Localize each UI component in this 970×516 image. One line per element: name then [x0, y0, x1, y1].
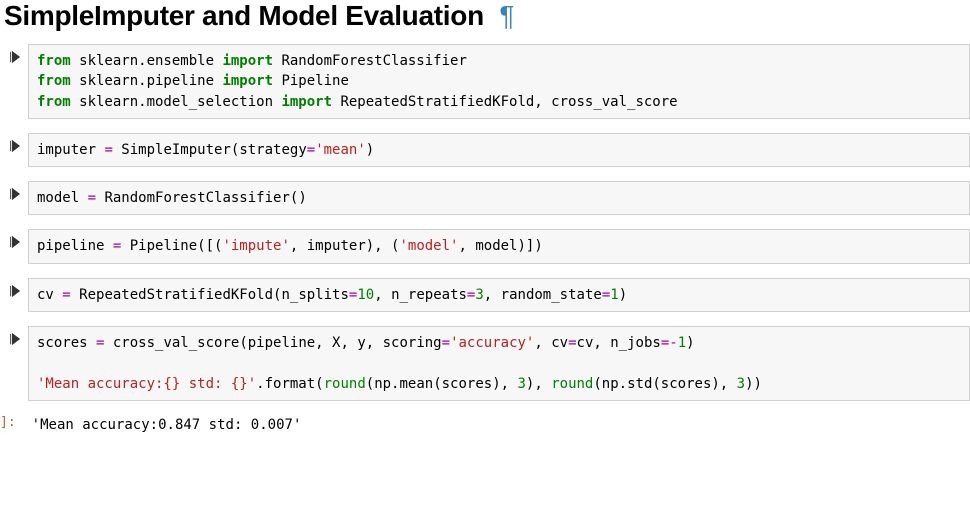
- op: =: [88, 190, 96, 206]
- txt: random_state: [501, 287, 602, 303]
- builtin: round: [551, 376, 593, 392]
- code-input[interactable]: cv = RepeatedStratifiedKFold(n_splits=10…: [28, 278, 970, 312]
- txt: , imputer: [290, 238, 366, 254]
- op: =: [602, 287, 610, 303]
- kw: from: [37, 94, 71, 110]
- txt: ),: [526, 376, 551, 392]
- num: 3: [475, 287, 483, 303]
- txt: cv,: [577, 335, 611, 351]
- section-heading: SimpleImputer and Model Evaluation ¶: [4, 0, 970, 32]
- txt: RandomForestClassifier: [96, 190, 290, 206]
- num: 10: [357, 287, 374, 303]
- txt: RepeatedStratifiedKFold, cross_val_score: [332, 94, 678, 110]
- txt: scores: [37, 335, 96, 351]
- run-cell-icon[interactable]: [8, 284, 22, 298]
- p: ): [366, 142, 374, 158]
- code-cell: scores = cross_val_score(pipeline, X, y,…: [0, 326, 970, 401]
- txt: Pipeline: [273, 73, 349, 89]
- str: 'accuracy': [450, 335, 534, 351]
- p: ([(: [197, 238, 222, 254]
- txt: strategy: [239, 142, 306, 158]
- num: 3: [737, 376, 745, 392]
- run-cell-icon[interactable]: [8, 187, 22, 201]
- op: =: [307, 142, 315, 158]
- run-cell-icon[interactable]: [8, 139, 22, 153]
- code-cell: cv = RepeatedStratifiedKFold(n_splits=10…: [0, 278, 970, 312]
- code-cell: pipeline = Pipeline([('impute', imputer)…: [0, 229, 970, 263]
- p: )): [745, 376, 762, 392]
- txt: imputer: [37, 142, 104, 158]
- txt: sklearn.model_selection: [71, 94, 282, 110]
- code-cell: model = RandomForestClassifier(): [0, 181, 970, 215]
- code-input[interactable]: pipeline = Pipeline([('impute', imputer)…: [28, 229, 970, 263]
- kw: from: [37, 73, 71, 89]
- code-input[interactable]: scores = cross_val_score(pipeline, X, y,…: [28, 326, 970, 401]
- code-input[interactable]: from sklearn.ensemble import RandomFores…: [28, 44, 970, 119]
- code-cell: imputer = SimpleImputer(strategy='mean'): [0, 133, 970, 167]
- output-text: 'Mean accuracy:0.847 std: 0.007': [22, 415, 970, 435]
- str: 'model': [399, 238, 458, 254]
- kw: import: [222, 53, 273, 69]
- op: =: [62, 287, 70, 303]
- txt: n_splits: [281, 287, 348, 303]
- p: ): [619, 287, 627, 303]
- p: )]): [518, 238, 543, 254]
- p: ): [686, 335, 694, 351]
- txt: cross_val_score: [104, 335, 239, 351]
- txt: .format: [256, 376, 315, 392]
- run-cell-icon[interactable]: [8, 235, 22, 249]
- txt: (np.std(scores),: [593, 376, 736, 392]
- kw: import: [281, 94, 332, 110]
- txt: pipeline: [37, 238, 113, 254]
- run-cell-icon[interactable]: [8, 50, 22, 64]
- txt: ,: [374, 287, 391, 303]
- output-prompt: ]:: [0, 415, 16, 430]
- op: =: [104, 142, 112, 158]
- str: 'Mean accuracy:{} std: {}': [37, 376, 256, 392]
- str: 'impute': [222, 238, 289, 254]
- op: -: [669, 335, 677, 351]
- str: 'mean': [315, 142, 366, 158]
- txt: sklearn.pipeline: [71, 73, 223, 89]
- txt: cv: [37, 287, 62, 303]
- p: ): [298, 190, 306, 206]
- num: 1: [678, 335, 686, 351]
- txt: n_jobs: [610, 335, 661, 351]
- p: (: [239, 335, 247, 351]
- kw: import: [222, 73, 273, 89]
- op: =: [442, 335, 450, 351]
- txt: ,: [484, 287, 501, 303]
- num: 3: [517, 376, 525, 392]
- p: (: [315, 376, 323, 392]
- op: =: [661, 335, 669, 351]
- txt: sklearn.ensemble: [71, 53, 223, 69]
- txt: Pipeline: [121, 238, 197, 254]
- txt: n_repeats: [391, 287, 467, 303]
- txt: SimpleImputer: [113, 142, 231, 158]
- code-cell: from sklearn.ensemble import RandomFores…: [0, 44, 970, 119]
- num: 1: [610, 287, 618, 303]
- code-input[interactable]: imputer = SimpleImputer(strategy='mean'): [28, 133, 970, 167]
- txt: (np.mean(scores),: [366, 376, 518, 392]
- pilcrow-icon[interactable]: ¶: [499, 0, 514, 31]
- txt: model: [37, 190, 88, 206]
- cell-output: ]: 'Mean accuracy:0.847 std: 0.007': [0, 415, 970, 435]
- txt: pipeline, X, y,: [248, 335, 383, 351]
- heading-text: SimpleImputer and Model Evaluation: [4, 0, 484, 31]
- txt: cv: [551, 335, 568, 351]
- op: =: [568, 335, 576, 351]
- builtin: round: [324, 376, 366, 392]
- p: ), (: [366, 238, 400, 254]
- txt: RandomForestClassifier: [273, 53, 467, 69]
- txt: RepeatedStratifiedKFold: [71, 287, 273, 303]
- run-cell-icon[interactable]: [8, 332, 22, 346]
- txt: , model: [458, 238, 517, 254]
- kw: from: [37, 53, 71, 69]
- txt: ,: [534, 335, 551, 351]
- code-input[interactable]: model = RandomForestClassifier(): [28, 181, 970, 215]
- txt: scoring: [383, 335, 442, 351]
